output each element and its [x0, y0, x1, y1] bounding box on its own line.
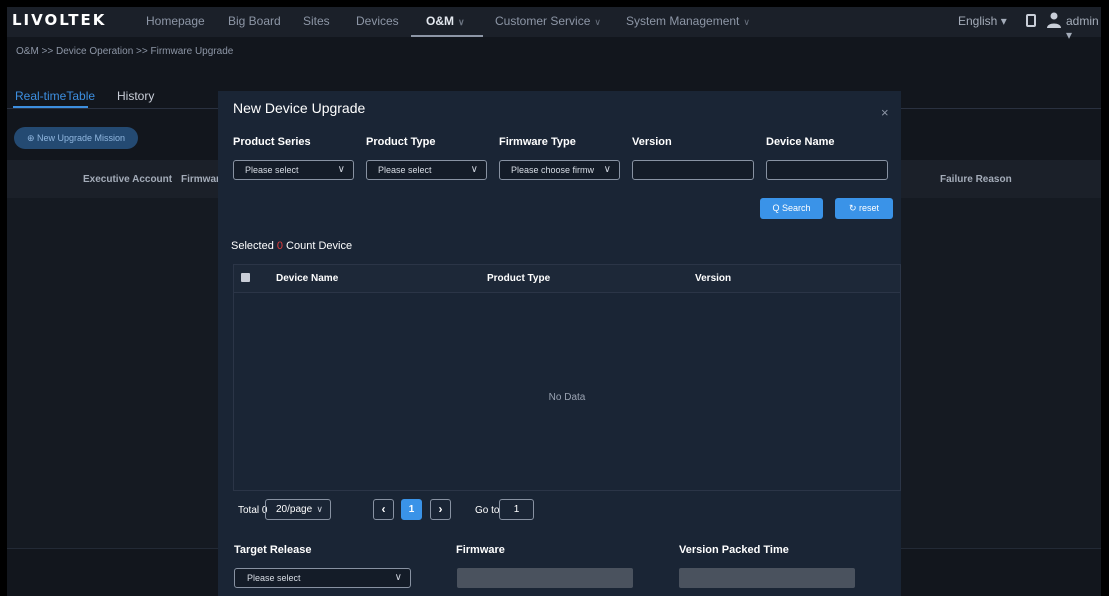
goto-label: Go to	[475, 505, 500, 516]
close-icon[interactable]: ×	[881, 106, 889, 119]
product-series-value: Please select	[245, 165, 299, 175]
nav-devices[interactable]: Devices	[356, 14, 399, 28]
page-1-button[interactable]: 1	[401, 499, 422, 520]
selected-suffix: Count Device	[283, 240, 353, 252]
version-packed-time-field	[679, 568, 855, 588]
target-release-value: Please select	[247, 573, 301, 583]
breadcrumb: O&M >> Device Operation >> Firmware Upgr…	[16, 46, 234, 57]
tab-realtime-table[interactable]: Real-timeTable	[15, 89, 95, 103]
product-type-select[interactable]: Please select ∨	[366, 160, 487, 180]
livoltek-logo: LIVOLTEK	[12, 11, 107, 29]
column-failure-reason: Failure Reason	[940, 174, 1012, 185]
pagination-total: Total 0	[238, 505, 268, 516]
product-type-value: Please select	[378, 165, 432, 175]
device-name-label: Device Name	[766, 136, 835, 148]
selected-count-text: Selected 0 Count Device	[231, 240, 352, 252]
reset-button[interactable]: ↻ reset	[835, 198, 893, 219]
new-device-upgrade-dialog: New Device Upgrade × Product Series Prod…	[218, 91, 901, 596]
firmware-type-value: Please choose firmw	[511, 165, 595, 175]
top-navigation-bar: LIVOLTEK Homepage Big Board Sites Device…	[7, 7, 1101, 42]
firmware-type-label: Firmware Type	[499, 136, 576, 148]
next-page-button[interactable]: ›	[430, 499, 451, 520]
chevron-down-icon: ∨	[316, 504, 323, 514]
product-series-label: Product Series	[233, 136, 311, 148]
nav-customer-service-label: Customer Service	[495, 14, 591, 28]
target-release-label: Target Release	[234, 544, 312, 556]
version-label: Version	[632, 136, 672, 148]
column-executive-account: Executive Account	[83, 174, 173, 185]
version-input[interactable]	[632, 160, 754, 180]
language-selector[interactable]: English ▾	[958, 14, 1007, 28]
tablet-icon[interactable]	[1026, 14, 1036, 27]
column-device-name: Device Name	[276, 273, 339, 284]
nav-customer-service[interactable]: Customer Service ∨	[495, 14, 601, 28]
product-series-select[interactable]: Please select ∨	[233, 160, 354, 180]
selected-prefix: Selected	[231, 240, 277, 252]
nav-om[interactable]: O&M ∨	[426, 14, 465, 28]
new-upgrade-mission-button[interactable]: ⊕ New Upgrade Mission	[14, 127, 138, 149]
nav-sites[interactable]: Sites	[303, 14, 330, 28]
prev-page-button[interactable]: ‹	[373, 499, 394, 520]
device-table-header: Device Name Product Type Version	[234, 265, 900, 293]
user-icon[interactable]	[1047, 12, 1061, 28]
firmware-type-select[interactable]: Please choose firmw ∨	[499, 160, 620, 180]
page-size-value: 20/page	[276, 504, 313, 515]
tab-history[interactable]: History	[117, 89, 154, 103]
column-product-type: Product Type	[487, 273, 551, 284]
device-table: Device Name Product Type Version No Data	[233, 264, 901, 491]
nav-homepage[interactable]: Homepage	[146, 14, 205, 28]
nav-big-board[interactable]: Big Board	[228, 14, 281, 28]
page-size-select[interactable]: 20/page ∨	[265, 499, 331, 520]
select-all-checkbox[interactable]	[241, 273, 250, 282]
empty-state-text: No Data	[548, 392, 586, 403]
device-name-input[interactable]	[766, 160, 888, 180]
version-packed-time-label: Version Packed Time	[679, 544, 789, 556]
chevron-down-icon: ∨	[603, 164, 611, 175]
target-release-select[interactable]: Please select ∨	[234, 568, 411, 588]
column-version: Version	[695, 273, 732, 284]
chevron-down-icon: ∨	[594, 17, 601, 27]
chevron-down-icon: ∨	[743, 17, 750, 27]
nav-system-management-label: System Management	[626, 14, 740, 28]
dialog-title: New Device Upgrade	[233, 100, 366, 116]
firmware-label: Firmware	[456, 544, 505, 556]
product-type-label: Product Type	[366, 136, 436, 148]
goto-page-input[interactable]: 1	[499, 499, 534, 520]
chevron-down-icon: ∨	[337, 164, 345, 175]
nav-om-label: O&M	[426, 14, 454, 28]
search-button[interactable]: Q Search	[760, 198, 823, 219]
column-firmware: Firmwar	[181, 174, 220, 185]
active-tab-indicator	[13, 106, 88, 108]
nav-system-management[interactable]: System Management ∨	[626, 14, 750, 28]
active-nav-indicator	[411, 35, 483, 37]
user-menu[interactable]: admin ▾	[1066, 14, 1101, 42]
chevron-down-icon: ∨	[470, 164, 478, 175]
chevron-down-icon: ∨	[394, 572, 402, 583]
chevron-down-icon: ∨	[458, 17, 465, 27]
firmware-field	[457, 568, 633, 588]
app-frame: LIVOLTEK Homepage Big Board Sites Device…	[7, 7, 1101, 596]
